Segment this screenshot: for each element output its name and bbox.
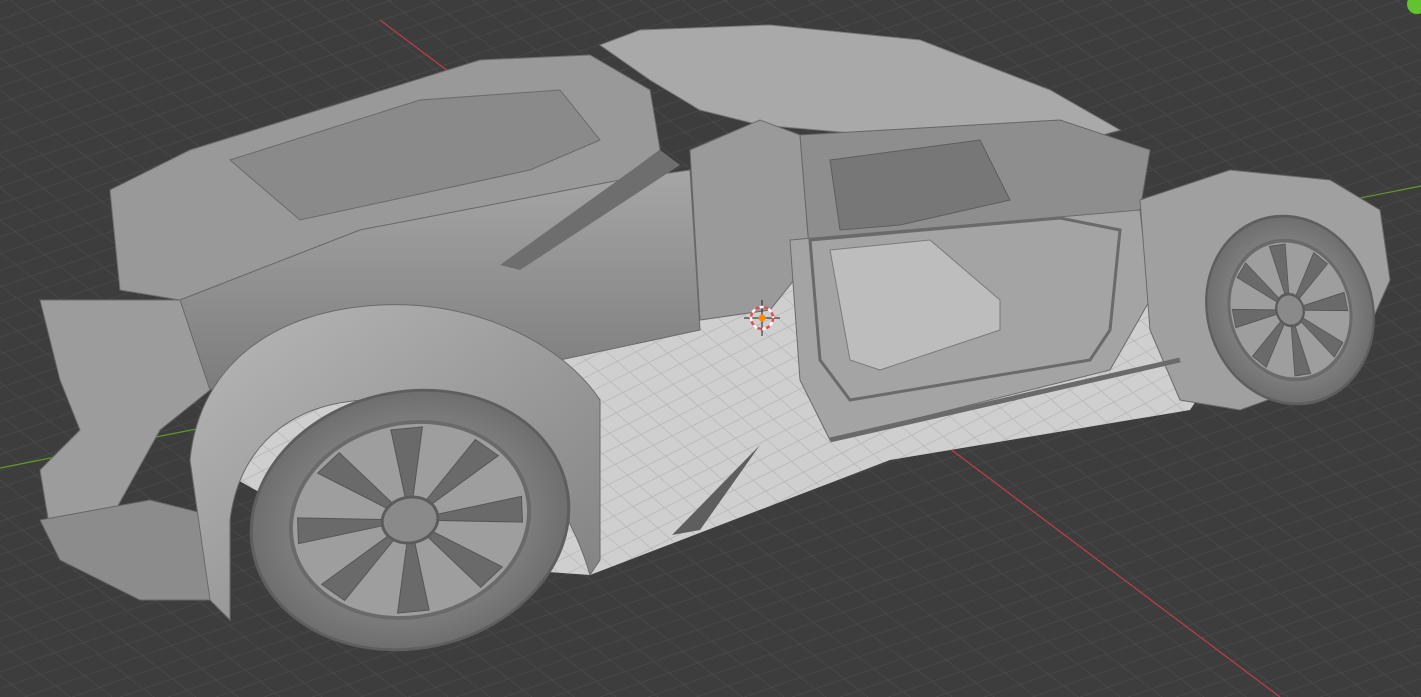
cursor-center-dot [758, 314, 766, 322]
3d-viewport[interactable] [0, 0, 1421, 697]
viewport-canvas[interactable] [0, 0, 1421, 697]
